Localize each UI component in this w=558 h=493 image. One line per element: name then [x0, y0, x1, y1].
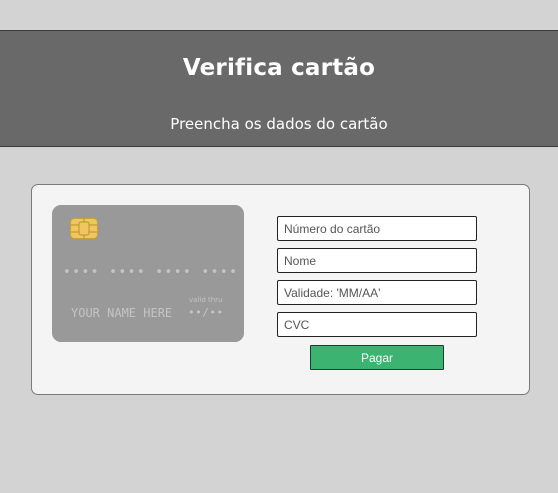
card-chip-icon: [70, 218, 98, 239]
card-expiry-display: ••/••: [188, 306, 224, 319]
credit-card-preview: •••• •••• •••• •••• valid thru YOUR NAME…: [52, 205, 244, 342]
payment-panel: •••• •••• •••• •••• valid thru YOUR NAME…: [31, 184, 530, 395]
page-header: Verifica cartão Preencha os dados do car…: [0, 30, 558, 147]
page-title: Verifica cartão: [182, 55, 376, 81]
cvc-input[interactable]: [277, 312, 477, 337]
card-number-display: •••• •••• •••• ••••: [63, 265, 239, 280]
pay-button[interactable]: Pagar: [310, 345, 444, 370]
page-subtitle: Preencha os dados do cartão: [170, 115, 388, 133]
name-input[interactable]: [277, 248, 477, 273]
card-number-input[interactable]: [277, 216, 477, 241]
valid-thru-label: valid thru: [189, 296, 223, 304]
expiry-input[interactable]: [277, 280, 477, 305]
card-holder-display: YOUR NAME HERE: [71, 306, 173, 320]
